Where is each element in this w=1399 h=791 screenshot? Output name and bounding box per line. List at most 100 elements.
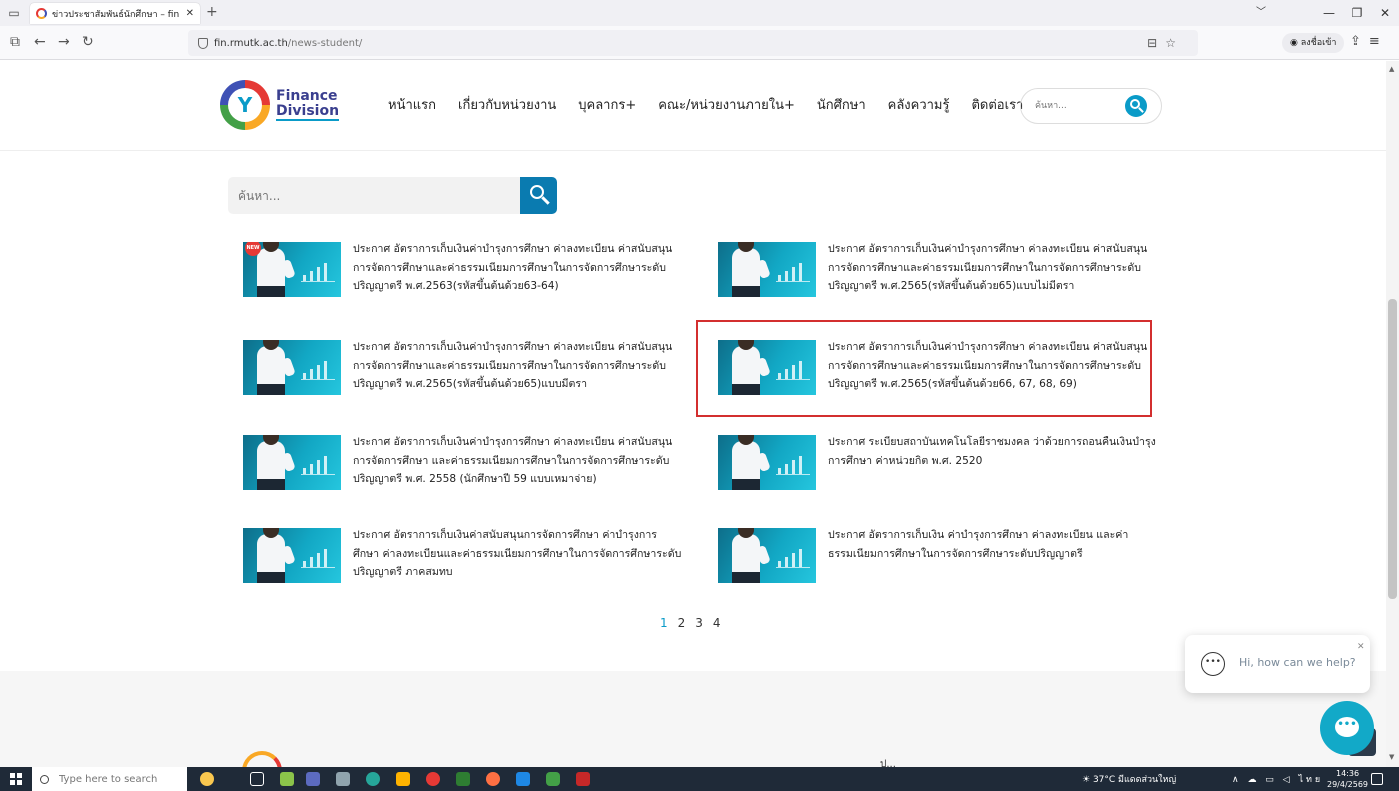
back-icon[interactable]: ← — [34, 34, 46, 50]
bookmark-star-icon[interactable]: ☆ — [1165, 36, 1184, 50]
news-item[interactable]: ประกาศ อัตราการเก็บเงิน ค่าบำรุงการศึกษา… — [718, 528, 1158, 588]
clock-date: 29/4/2569 — [1327, 780, 1369, 789]
reader-view-icon[interactable]: ⊟ — [1147, 36, 1165, 50]
system-tray[interactable]: ∧ ☁ ▭ ◁ ไทย — [1232, 772, 1323, 786]
tab-close-icon[interactable]: ✕ — [186, 8, 194, 19]
reload-icon[interactable]: ↻ — [82, 34, 94, 50]
taskbar-search-input[interactable] — [59, 773, 169, 785]
page-scrollbar[interactable]: ▲ ▼ — [1386, 61, 1399, 767]
edge-icon[interactable] — [366, 772, 380, 786]
shield-icon — [198, 37, 208, 49]
browser-tab[interactable]: ข่าวประชาสัมพันธ์นักศึกษา – fin ✕ — [30, 3, 200, 24]
chrome-icon[interactable] — [426, 772, 440, 786]
restore-icon[interactable]: ❐ — [1343, 0, 1371, 26]
excel-icon[interactable] — [456, 772, 470, 786]
forward-icon[interactable]: → — [58, 34, 70, 50]
news-title[interactable]: ประกาศ อัตราการเก็บเงิน ค่าบำรุงการศึกษา… — [828, 526, 1158, 563]
site-favicon-icon — [36, 8, 47, 19]
site-header: Y Finance Division หน้าแรก เกี่ยวกับหน่ว… — [0, 61, 1386, 151]
calculator-icon[interactable] — [336, 772, 350, 786]
main-menu: หน้าแรก เกี่ยวกับหน่วยงาน บุคลากร+ คณะ/ห… — [388, 94, 1045, 115]
page-link-4[interactable]: 4 — [713, 616, 721, 630]
page-link-1[interactable]: 1 — [660, 616, 668, 630]
news-thumbnail[interactable] — [243, 340, 341, 395]
news-item[interactable]: NEW ประกาศ อัตราการเก็บเงินค่าบำรุงการศึ… — [243, 242, 683, 302]
weather-widget[interactable]: ☀ 37°C มีแดดส่วนใหญ่ — [1082, 772, 1176, 786]
scroll-down-icon[interactable]: ▼ — [1389, 753, 1394, 761]
footer: ป... — [0, 671, 1386, 767]
news-title[interactable]: ประกาศ อัตราการเก็บเงินค่าบำรุงการศึกษา … — [353, 338, 683, 394]
close-window-icon[interactable]: ✕ — [1371, 0, 1399, 26]
menu-item-about[interactable]: เกี่ยวกับหน่วยงาน — [458, 94, 556, 115]
widgets-icon[interactable] — [280, 772, 294, 786]
windows-start-icon[interactable] — [10, 773, 22, 785]
task-view-icon[interactable] — [250, 772, 264, 786]
news-thumbnail[interactable]: NEW — [243, 242, 341, 297]
taskbar-search[interactable] — [32, 767, 187, 791]
news-search-input[interactable] — [228, 177, 520, 214]
input-language[interactable]: ไทย — [1298, 775, 1323, 785]
minimize-icon[interactable]: — — [1315, 0, 1343, 26]
teams-icon[interactable] — [306, 772, 320, 786]
news-title[interactable]: ประกาศ อัตราการเก็บเงินค่าบำรุงการศึกษา … — [353, 433, 683, 489]
news-thumbnail[interactable] — [718, 242, 816, 297]
scroll-up-icon[interactable]: ▲ — [1389, 65, 1394, 73]
chat-greeting-bubble[interactable]: ••• Hi, how can we help? ✕ — [1185, 635, 1370, 693]
logo-line1: Finance — [276, 88, 338, 104]
news-title[interactable]: ประกาศ อัตราการเก็บเงินค่าบำรุงการศึกษา … — [828, 240, 1158, 296]
news-item[interactable]: ประกาศ ระเบียบสถาบันเทคโนโลยีราชมงคล ว่า… — [718, 435, 1158, 495]
tab-overflow-chevron-icon[interactable]: ﹀ — [1247, 0, 1275, 26]
pdf-reader-icon[interactable] — [576, 772, 590, 786]
news-search-button[interactable] — [520, 177, 557, 214]
menu-item-contact[interactable]: ติดต่อเรา — [971, 94, 1023, 115]
menu-icon[interactable]: ≡ — [1369, 34, 1388, 49]
news-title[interactable]: ประกาศ อัตราการเก็บเงินค่าสนับสนุนการจัด… — [353, 526, 683, 582]
menu-item-faculties[interactable]: คณะ/หน่วยงานภายใน+ — [658, 94, 795, 115]
firefox-icon[interactable] — [486, 772, 500, 786]
menu-item-students[interactable]: นักศึกษา — [817, 94, 866, 115]
news-item[interactable]: ประกาศ อัตราการเก็บเงินค่าบำรุงการศึกษา … — [243, 340, 683, 400]
address-bar[interactable]: fin.rmutk.ac.th/news-student/ ⊟☆ — [188, 30, 1198, 56]
browser-nav-bar: ⧉ ← → ↻ fin.rmutk.ac.th/news-student/ ⊟☆… — [0, 26, 1399, 60]
news-item[interactable]: ประกาศ อัตราการเก็บเงินค่าบำรุงการศึกษา … — [718, 242, 1158, 302]
header-search-input[interactable] — [1035, 98, 1119, 114]
scrollbar-thumb[interactable] — [1388, 299, 1397, 599]
clock-time: 14:36 — [1335, 769, 1360, 778]
menu-item-knowledge[interactable]: คลังความรู้ — [888, 94, 950, 115]
news-thumbnail[interactable] — [718, 528, 816, 583]
chat-icon: ••• — [1335, 717, 1359, 737]
menu-item-home[interactable]: หน้าแรก — [388, 94, 436, 115]
header-search-button[interactable] — [1125, 95, 1147, 117]
word-icon[interactable] — [516, 772, 530, 786]
chat-open-button[interactable]: ••• — [1320, 701, 1374, 755]
share-icon[interactable]: ⇪ — [1350, 34, 1369, 49]
taskbar-clock[interactable]: 14:36 29/4/2569 — [1327, 768, 1368, 790]
signin-label: ลงชื่อเข้า — [1300, 38, 1337, 48]
news-item[interactable]: ประกาศ อัตราการเก็บเงินค่าบำรุงการศึกษา … — [243, 435, 683, 495]
menu-item-staff[interactable]: บุคลากร+ — [578, 94, 636, 115]
footer-text: ป... — [880, 759, 896, 767]
news-thumbnail[interactable] — [718, 435, 816, 490]
search-icon — [40, 774, 49, 784]
news-thumbnail[interactable] — [243, 528, 341, 583]
tab-list-icon[interactable]: ▭ — [6, 5, 22, 21]
news-item[interactable]: ประกาศ อัตราการเก็บเงินค่าสนับสนุนการจัด… — [243, 528, 683, 588]
footer-logo-icon — [242, 751, 282, 767]
page-link-2[interactable]: 2 — [678, 616, 686, 630]
news-thumbnail[interactable] — [243, 435, 341, 490]
logo-emblem-icon: Y — [220, 80, 270, 130]
file-explorer-icon[interactable] — [396, 772, 410, 786]
news-title[interactable]: ประกาศ ระเบียบสถาบันเทคโนโลยีราชมงคล ว่า… — [828, 433, 1158, 470]
signin-button[interactable]: ◉ ลงชื่อเข้า — [1282, 33, 1345, 53]
new-tab-icon[interactable]: + — [206, 4, 218, 20]
news-title[interactable]: ประกาศ อัตราการเก็บเงินค่าบำรุงการศึกษา … — [353, 240, 683, 296]
chat-close-icon[interactable]: ✕ — [1357, 642, 1365, 652]
notification-icon[interactable] — [1371, 773, 1383, 785]
line-icon[interactable] — [546, 772, 560, 786]
copilot-icon[interactable] — [200, 772, 214, 786]
sidebar-toggle-icon[interactable]: ⧉ — [10, 34, 20, 50]
screen: ▭ ข่าวประชาสัมพันธ์นักศึกษา – fin ✕ + ﹀ … — [0, 0, 1399, 791]
site-logo[interactable]: Y Finance Division — [220, 80, 340, 130]
web-page: Y Finance Division หน้าแรก เกี่ยวกับหน่ว… — [0, 61, 1386, 767]
page-link-3[interactable]: 3 — [695, 616, 703, 630]
